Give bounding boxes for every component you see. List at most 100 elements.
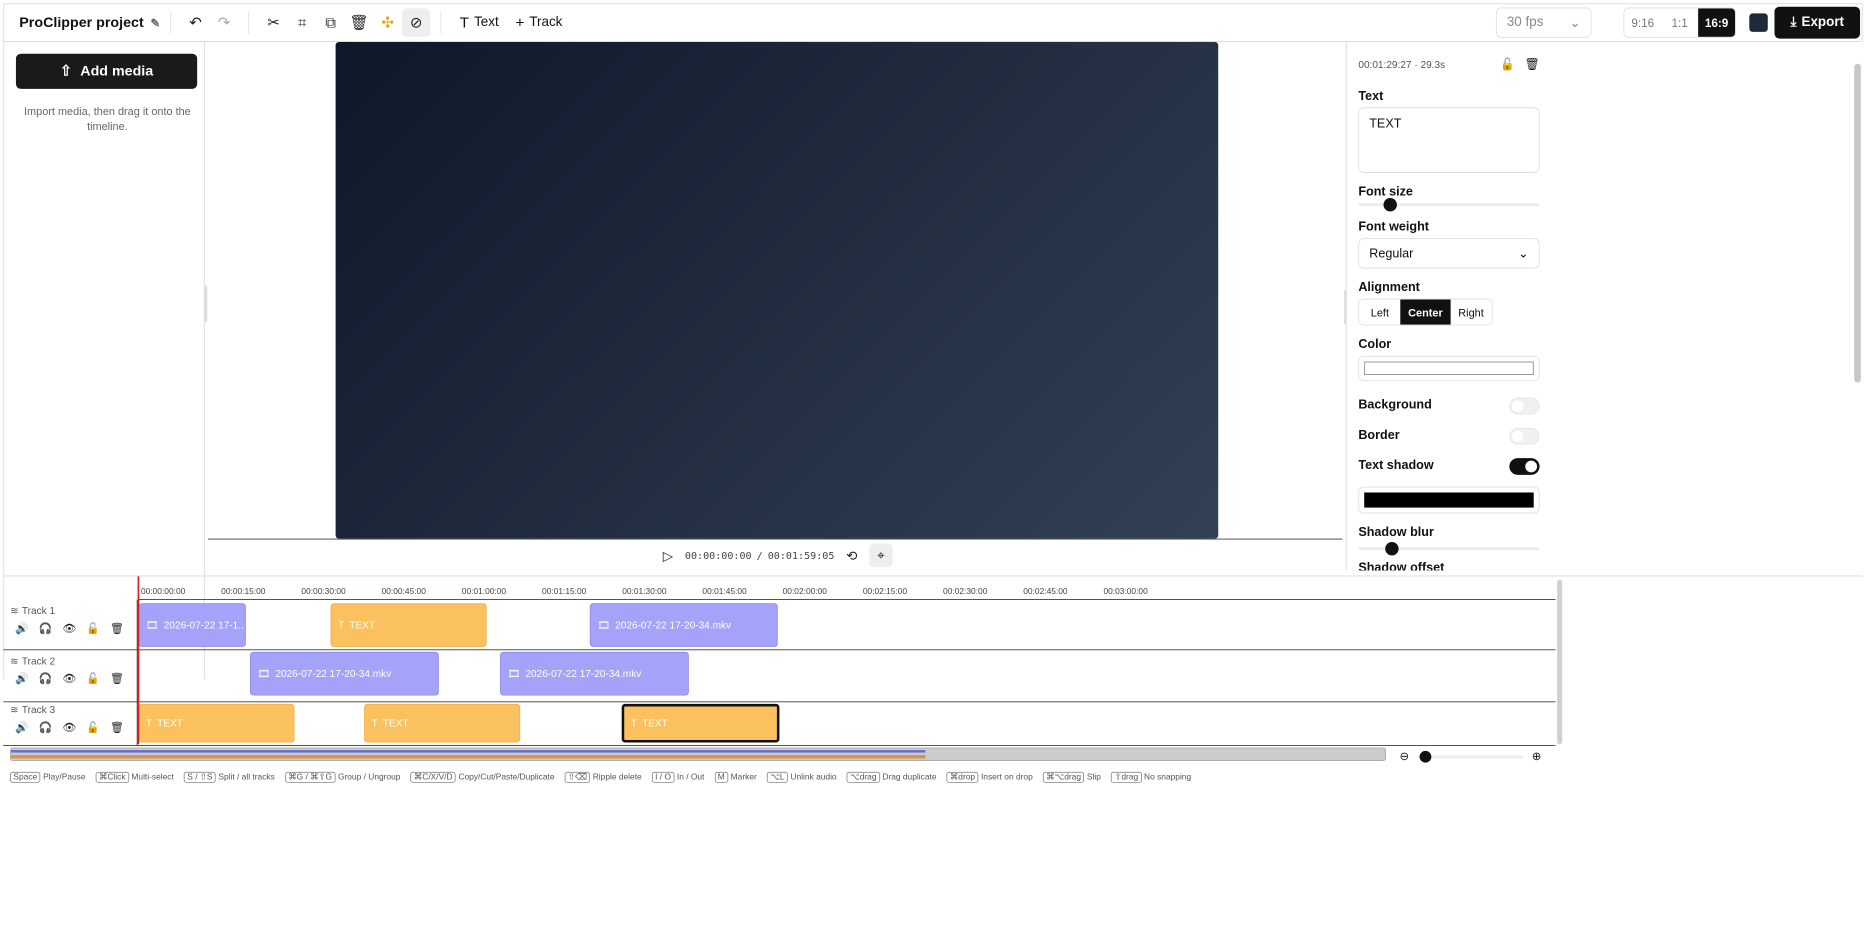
aspect-9-16[interactable]: 9:16	[1624, 8, 1661, 37]
shadow-color-picker[interactable]	[1358, 486, 1540, 514]
video-clip[interactable]: 🎞 2026-07-22 17-1...	[138, 603, 246, 647]
shortcut-key: ⌥L	[766, 771, 788, 783]
canvas-color-swatch[interactable]	[1749, 13, 1768, 32]
shortcut-label: Split / all tracks	[218, 772, 275, 782]
align-left[interactable]: Left	[1359, 300, 1400, 325]
align-center[interactable]: Center	[1400, 299, 1451, 325]
film-icon: 🎞	[257, 667, 271, 680]
magnet-icon[interactable]: ⊘	[401, 8, 431, 37]
shortcut-hint: ⇧drag No snapping	[1110, 771, 1191, 783]
lock-icon[interactable]: 🔓	[86, 721, 100, 734]
trash-icon[interactable]: 🗑	[1525, 57, 1540, 71]
headphones-icon[interactable]: 🎧	[39, 721, 53, 734]
volume-icon[interactable]: 🔊	[15, 672, 29, 685]
shortcut-key: ⇧drag	[1110, 771, 1142, 783]
pencil-icon[interactable]: ✎	[150, 16, 160, 30]
zoom-knob[interactable]	[1419, 750, 1432, 763]
font-size-slider[interactable]	[1358, 198, 1540, 212]
color-picker[interactable]	[1358, 355, 1540, 381]
eye-icon[interactable]: 👁	[62, 721, 76, 734]
shortcut-hint: S / ⇧S Split / all tracks	[183, 771, 275, 783]
eye-icon[interactable]: 👁	[62, 622, 76, 635]
align-right[interactable]: Right	[1450, 300, 1491, 325]
aspect-1-1[interactable]: 1:1	[1661, 8, 1698, 37]
track-name: ≋ Track 3	[3, 699, 123, 721]
zoom-out-icon[interactable]: ⊖	[1399, 749, 1409, 763]
headphones-icon[interactable]: 🎧	[39, 622, 53, 635]
scissors-icon[interactable]: ✂	[259, 8, 288, 37]
add-media-label: Add media	[80, 62, 154, 79]
time-ruler[interactable]: 00:00:00:00 00:00:15:00 00:00:30:00 00:00:4…	[137, 576, 1556, 600]
video-clip[interactable]: 🎞 2026-07-22 17-20-34.mkv	[500, 651, 689, 696]
text-clip[interactable]: T TEXT	[330, 603, 487, 647]
undo-icon[interactable]: ↶	[181, 8, 210, 37]
background-toggle[interactable]	[1509, 397, 1540, 415]
track-row: 🎞 2026-07-22 17-20-34.mkv 🎞 2026-07-22 17-2…	[3, 650, 1556, 703]
left-resize-handle[interactable]	[204, 285, 208, 323]
track-header: ≋ Track 2 🔊 🎧 👁 🔓 🗑	[3, 650, 124, 685]
text-clip[interactable]: T TEXT	[621, 703, 780, 743]
project-title[interactable]: ProClipper project ✎	[19, 14, 160, 31]
add-text-button[interactable]: T Text	[451, 8, 507, 37]
aspect-ratio-toggle: 9:16 1:1 16:9	[1623, 7, 1736, 38]
play-icon[interactable]: ▷	[663, 547, 673, 563]
split-all-icon[interactable]: ⌗	[288, 8, 317, 37]
timeline: 00:00:00:00 00:00:15:00 00:00:30:00 00:00:4…	[3, 575, 1863, 945]
lock-icon[interactable]: 🔓	[1500, 57, 1515, 71]
trash-icon[interactable]: 🗑	[110, 622, 124, 635]
shortcut-hint: ⌘Click Multi-select	[95, 771, 174, 783]
redo-icon[interactable]: ↷	[210, 8, 239, 37]
inspector-scroll-thumb[interactable]	[1854, 63, 1861, 383]
volume-icon[interactable]: 🔊	[15, 622, 29, 635]
ruler-tick: 00:02:45:00	[1023, 587, 1068, 597]
eye-icon[interactable]: 👁	[62, 672, 76, 685]
shortcut-hint: ⌘G / ⌘⇧G Group / Ungroup	[284, 771, 400, 783]
text-label: Text	[1358, 88, 1384, 104]
lock-icon[interactable]: 🔓	[86, 622, 100, 635]
lock-icon[interactable]: 🔓	[86, 672, 100, 685]
timeline-overview[interactable]	[10, 747, 1387, 761]
plus-icon: +	[515, 13, 525, 31]
volume-icon[interactable]: 🔊	[15, 721, 29, 734]
shortcut-label: Drag duplicate	[882, 772, 937, 782]
trash-icon[interactable]: 🗑	[345, 8, 374, 37]
add-track-button[interactable]: + Track	[507, 8, 571, 37]
font-weight-select[interactable]: Regular ⌄	[1358, 238, 1540, 269]
aspect-16-9[interactable]: 16:9	[1698, 8, 1736, 37]
loop-icon[interactable]: ⟲	[846, 547, 857, 563]
zoom-control: ⊖ ⊕	[1399, 749, 1541, 763]
preview-canvas[interactable]	[335, 41, 1219, 539]
timeline-scrollbar[interactable]	[1557, 579, 1563, 745]
trash-icon[interactable]: 🗑	[110, 672, 124, 685]
video-clip[interactable]: 🎞 2026-07-22 17-20-34.mkv	[589, 603, 778, 647]
group-icon[interactable]: ⧉	[316, 8, 345, 37]
shadow-blur-slider[interactable]	[1358, 541, 1540, 556]
shadow-blur-knob[interactable]	[1385, 541, 1399, 556]
playhead[interactable]	[137, 576, 140, 745]
add-media-button[interactable]: ⇧ Add media	[15, 53, 198, 89]
fps-select[interactable]: 30 fps ⌄	[1495, 7, 1592, 38]
zoom-in-icon[interactable]: ⊕	[1532, 749, 1542, 763]
trash-icon[interactable]: 🗑	[110, 721, 124, 734]
text-clip[interactable]: T TEXT	[138, 703, 295, 743]
center-icon[interactable]: ⌖	[869, 543, 893, 568]
headphones-icon[interactable]: 🎧	[39, 672, 53, 685]
shortcut-label: In / Out	[676, 772, 705, 782]
snap-icon[interactable]: ✣	[373, 8, 402, 37]
video-clip[interactable]: 🎞 2026-07-22 17-20-34.mkv	[250, 651, 439, 696]
shortcut-label: Ripple delete	[592, 772, 642, 782]
clip-label: TEXT	[157, 717, 183, 730]
text-shadow-toggle[interactable]	[1509, 458, 1540, 475]
export-button[interactable]: ⤓ Export	[1774, 6, 1861, 39]
clip-label: TEXT	[642, 717, 668, 730]
text-clip[interactable]: T TEXT	[364, 703, 521, 743]
shortcut-key: ⌘C/X/V/D	[410, 771, 456, 783]
background-row: Background	[1358, 397, 1540, 415]
font-size-knob[interactable]	[1383, 198, 1397, 212]
shortcut-hint: ⌥L Unlink audio	[766, 771, 837, 783]
text-input[interactable]: TEXT	[1358, 107, 1540, 173]
track-name: ≋ Track 1	[3, 600, 123, 622]
inspector-scrollbar[interactable]	[1854, 50, 1861, 562]
border-toggle[interactable]	[1509, 427, 1540, 445]
zoom-slider[interactable]	[1417, 750, 1524, 763]
